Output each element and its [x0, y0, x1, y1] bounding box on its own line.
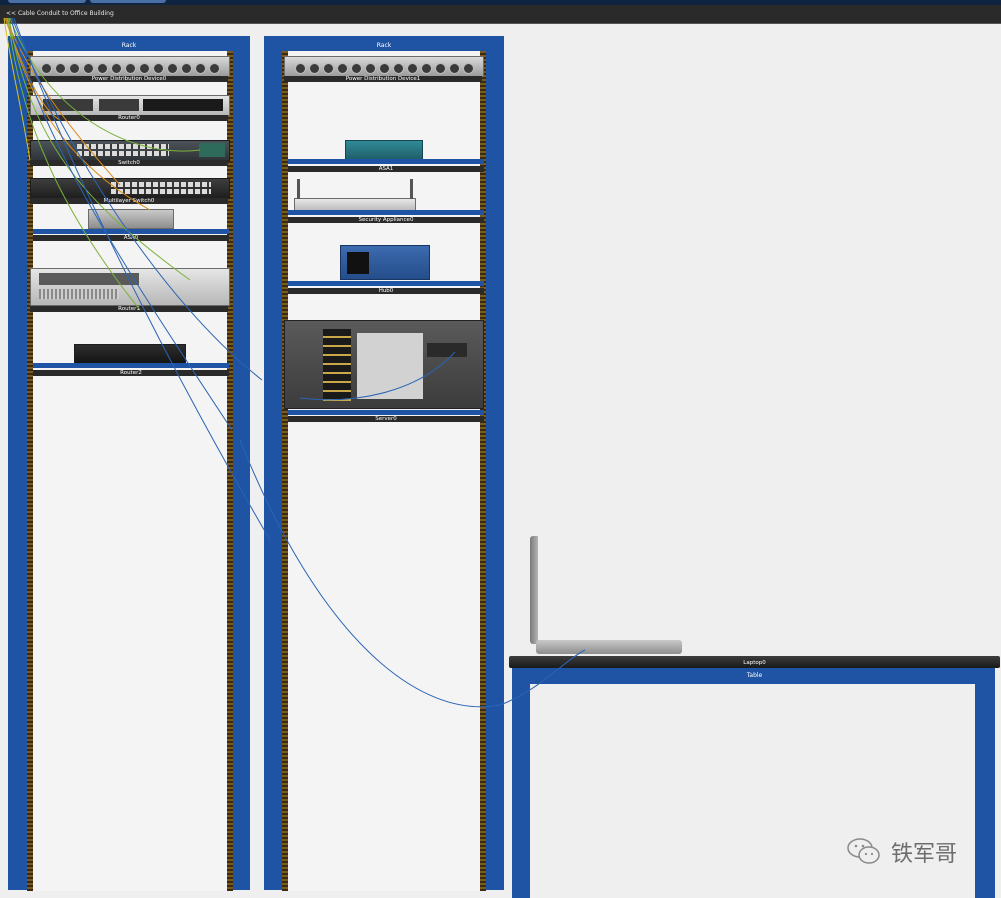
- cable-conduit-link[interactable]: << Cable Conduit to Office Building: [6, 7, 114, 21]
- top-tab[interactable]: [8, 0, 86, 3]
- power-socket: [407, 63, 418, 74]
- power-socket: [55, 63, 66, 74]
- device-label: Security Appliance0: [288, 217, 484, 223]
- device-label: Multilayer Switch0: [30, 198, 228, 204]
- power-socket: [83, 63, 94, 74]
- rack-1[interactable]: Rack: [264, 36, 504, 896]
- power-socket: [209, 63, 220, 74]
- power-socket: [379, 63, 390, 74]
- pdu-0[interactable]: [30, 56, 230, 77]
- power-socket: [69, 63, 80, 74]
- rack-title: Rack: [376, 42, 392, 49]
- power-socket: [337, 63, 348, 74]
- table-leg: [512, 668, 530, 898]
- power-socket: [111, 63, 122, 74]
- switch-0[interactable]: [30, 140, 230, 161]
- power-socket: [195, 63, 206, 74]
- asa-0[interactable]: [88, 209, 174, 229]
- asa-1[interactable]: [345, 140, 423, 160]
- device-label: ASA0: [33, 235, 229, 241]
- power-socket: [393, 63, 404, 74]
- power-socket: [309, 63, 320, 74]
- device-label: Laptop0: [743, 660, 766, 666]
- power-socket: [181, 63, 192, 74]
- power-socket: [435, 63, 446, 74]
- power-socket: [139, 63, 150, 74]
- multilayer-switch-0[interactable]: [30, 178, 230, 199]
- server-0[interactable]: [284, 320, 484, 409]
- device-label: Router1: [30, 306, 228, 312]
- device-label: Switch0: [30, 160, 228, 166]
- rack-title: Rack: [121, 42, 137, 49]
- toolbar: << Cable Conduit to Office Building: [0, 5, 1001, 24]
- watermark: 铁军哥: [845, 834, 985, 870]
- table-title: Table: [746, 672, 763, 679]
- power-socket: [167, 63, 178, 74]
- power-socket: [41, 63, 52, 74]
- router-0[interactable]: [30, 95, 230, 116]
- device-label: Power Distribution Device0: [30, 76, 228, 82]
- hub-0[interactable]: [340, 245, 430, 280]
- device-label: Server0: [288, 416, 484, 422]
- router-2[interactable]: [74, 344, 186, 364]
- power-socket: [365, 63, 376, 74]
- pdu-1[interactable]: [284, 56, 484, 77]
- power-socket: [351, 63, 362, 74]
- top-tab[interactable]: [90, 0, 166, 3]
- power-socket: [125, 63, 136, 74]
- wechat-icon: [847, 838, 880, 864]
- device-label: ASA1: [288, 166, 484, 172]
- router-1[interactable]: [30, 268, 230, 306]
- laptop-0[interactable]: [530, 536, 684, 656]
- power-socket: [323, 63, 334, 74]
- power-socket: [463, 63, 474, 74]
- power-socket: [153, 63, 164, 74]
- device-label: Power Distribution Device1: [284, 76, 482, 82]
- watermark-text: 铁军哥: [891, 842, 958, 867]
- device-label: Hub0: [288, 288, 484, 294]
- power-socket: [449, 63, 460, 74]
- power-socket: [97, 63, 108, 74]
- device-label: Router2: [33, 370, 229, 376]
- device-label: Router0: [30, 115, 228, 121]
- power-socket: [421, 63, 432, 74]
- power-socket: [295, 63, 306, 74]
